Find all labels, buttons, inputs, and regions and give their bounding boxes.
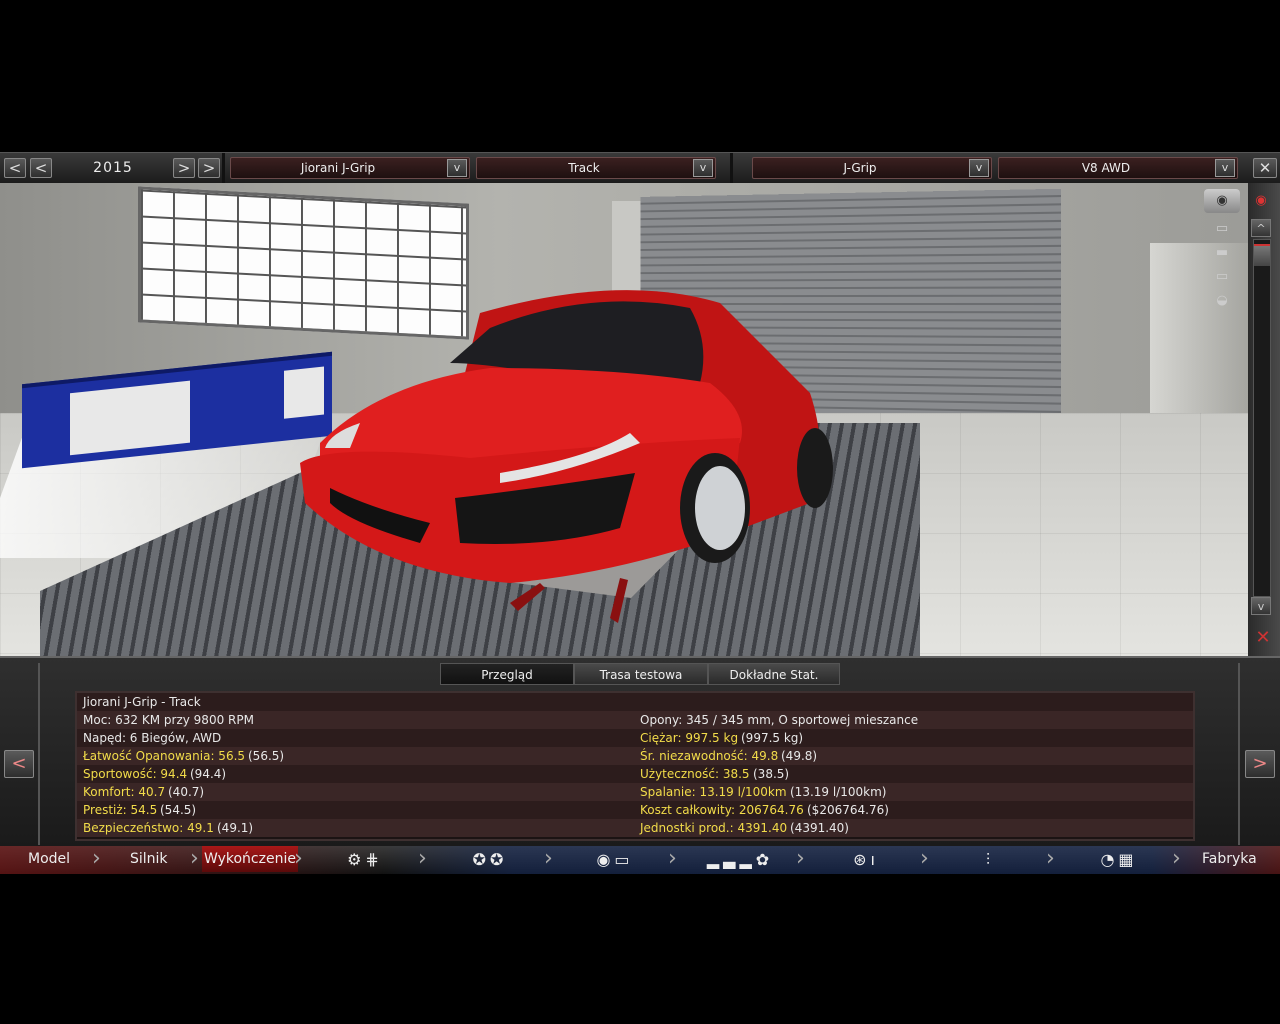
stat-value: (13.19 l/100km) bbox=[790, 785, 887, 799]
testing-icon[interactable]: ◔▦ bbox=[1084, 849, 1154, 871]
car-3d-viewport[interactable] bbox=[0, 183, 1248, 656]
trim-select-label: Track bbox=[568, 161, 600, 175]
divider bbox=[222, 153, 225, 183]
nav-model[interactable]: Model bbox=[28, 846, 70, 872]
year-prev-button[interactable]: < bbox=[30, 158, 52, 178]
stat-value: (49.8) bbox=[781, 749, 818, 763]
year-display: 2015 bbox=[93, 160, 133, 176]
chevron-right-icon: › bbox=[1172, 846, 1181, 871]
chassis-icon[interactable]: ◉▭ bbox=[580, 849, 650, 871]
next-page-button[interactable]: > bbox=[1245, 750, 1275, 778]
stat-label: Śr. niezawodność: 49.8 bbox=[640, 749, 779, 763]
stat-label: Łatwość Opanowania: 56.5 bbox=[83, 749, 246, 763]
car-side-view-icon[interactable]: ▬ bbox=[1204, 245, 1240, 261]
chevron-down-icon[interactable]: v bbox=[1215, 159, 1235, 177]
stat-value: ($206764.76) bbox=[807, 803, 889, 817]
close-button[interactable]: ✕ bbox=[1253, 158, 1277, 178]
scroll-down-button[interactable]: v bbox=[1251, 597, 1271, 615]
chevron-right-icon: › bbox=[92, 846, 101, 871]
engine-select[interactable]: V8 AWD v bbox=[998, 157, 1238, 179]
stat-value: (40.7) bbox=[168, 785, 205, 799]
gearbox-icon[interactable]: ⚙⋕ bbox=[330, 849, 400, 871]
car-top-view-icon[interactable]: ◒ bbox=[1204, 293, 1240, 309]
nav-finish[interactable]: Wykończenie bbox=[202, 846, 298, 872]
year-prev-fast-button[interactable]: < bbox=[4, 158, 26, 178]
view-sidebar: ◉ ◉ ▭ ▬ ▭ ◒ ^ v ✕ bbox=[1204, 183, 1280, 656]
model-select[interactable]: Jiorani J-Grip v bbox=[230, 157, 470, 179]
scrollbar-thumb[interactable] bbox=[1254, 244, 1270, 266]
year-next-fast-button[interactable]: > bbox=[198, 158, 220, 178]
year-next-button[interactable]: > bbox=[173, 158, 195, 178]
stat-value: (56.5) bbox=[248, 749, 285, 763]
stat-label: Prestiż: 54.5 bbox=[83, 803, 158, 817]
stat-value: (94.4) bbox=[190, 767, 227, 781]
stat-label: Sportowość: 94.4 bbox=[83, 767, 188, 781]
stat-label: Moc: 632 KM przy 9800 RPM bbox=[83, 713, 254, 727]
reset-view-icon[interactable]: ✕ bbox=[1250, 627, 1276, 651]
nav-factory[interactable]: Fabryka bbox=[1202, 846, 1257, 872]
stat-label: Użyteczność: 38.5 bbox=[640, 767, 750, 781]
stat-value: (4391.40) bbox=[790, 821, 849, 835]
table-row: Moc: 632 KM przy 9800 RPM Opony: 345 / 34… bbox=[77, 711, 1193, 729]
table-row: Prestiż: 54.5 (54.5) Koszt całkowity: 2067… bbox=[77, 801, 1193, 819]
stat-value: (54.5) bbox=[160, 803, 197, 817]
stat-label: Komfort: 40.7 bbox=[83, 785, 166, 799]
chevron-down-icon[interactable]: v bbox=[969, 159, 989, 177]
camera-icon[interactable]: ◉ bbox=[1204, 189, 1240, 213]
bottom-navigation: Model › Silnik › Wykończenie › ⚙⋕ › ✪✪ ›… bbox=[0, 846, 1280, 874]
chevron-down-icon[interactable]: v bbox=[447, 159, 467, 177]
stat-value: (49.1) bbox=[217, 821, 254, 835]
body-select[interactable]: J-Grip v bbox=[752, 157, 992, 179]
stat-label: Bezpieczeństwo: 49.1 bbox=[83, 821, 214, 835]
stat-value: (997.5 kg) bbox=[741, 731, 804, 745]
body-select-label: J-Grip bbox=[843, 161, 877, 175]
chevron-right-icon: › bbox=[920, 846, 929, 871]
suspension-icon[interactable]: ⫶ bbox=[970, 849, 1010, 871]
zoom-scrollbar[interactable] bbox=[1253, 239, 1271, 597]
stat-label: Napęd: 6 Biegów, AWD bbox=[83, 731, 222, 745]
nav-engine[interactable]: Silnik bbox=[130, 846, 168, 872]
stats-table: Jiorani J-Grip - Track Moc: 632 KM przy … bbox=[75, 691, 1195, 841]
divider bbox=[730, 153, 733, 183]
body-aero-icon[interactable]: ▂▃▂✿ bbox=[690, 849, 790, 871]
scroll-up-button[interactable]: ^ bbox=[1251, 219, 1271, 237]
stat-value: (38.5) bbox=[753, 767, 790, 781]
chevron-right-icon: › bbox=[1046, 846, 1055, 871]
car-rear-view-icon[interactable]: ▭ bbox=[1204, 269, 1240, 285]
chevron-right-icon: › bbox=[418, 846, 427, 871]
engine-select-label: V8 AWD bbox=[1081, 161, 1131, 175]
top-toolbar: < < 2015 > > Jiorani J-Grip v Track v J-… bbox=[0, 152, 1280, 184]
car-title: Jiorani J-Grip - Track bbox=[83, 695, 201, 709]
tab-overview[interactable]: Przegląd bbox=[440, 663, 574, 685]
table-row: Jiorani J-Grip - Track bbox=[77, 693, 1193, 711]
stat-label: Opony: 345 / 345 mm, O sportowej mieszan… bbox=[640, 713, 919, 727]
chevron-right-icon: › bbox=[796, 846, 805, 871]
stat-label: Ciężar: 997.5 kg bbox=[640, 731, 739, 745]
table-row: Sportowość: 94.4 (94.4) Użyteczność: 38.5(… bbox=[77, 765, 1193, 783]
table-row: Napęd: 6 Biegów, AWD Ciężar: 997.5 kg (997… bbox=[77, 729, 1193, 747]
chevron-right-icon: › bbox=[294, 846, 303, 871]
tab-detailed-stats[interactable]: Dokładne Stat. bbox=[708, 663, 840, 685]
chevron-right-icon: › bbox=[544, 846, 553, 871]
model-select-label: Jiorani J-Grip bbox=[300, 161, 376, 175]
car-front-view-icon[interactable]: ▭ bbox=[1204, 221, 1240, 237]
eye-icon[interactable]: ◉ bbox=[1244, 191, 1278, 211]
prev-page-button[interactable]: < bbox=[4, 750, 34, 778]
interior-icon[interactable]: ⊛ı bbox=[836, 849, 896, 871]
chevron-right-icon: › bbox=[668, 846, 677, 871]
trim-select[interactable]: Track v bbox=[476, 157, 716, 179]
stat-label: Koszt całkowity: 206764.76 bbox=[640, 803, 804, 817]
wheels-icon[interactable]: ✪✪ bbox=[460, 849, 520, 871]
tab-test-track[interactable]: Trasa testowa bbox=[574, 663, 708, 685]
info-panel: Przegląd Trasa testowa Dokładne Stat. < … bbox=[0, 656, 1280, 848]
car-model bbox=[300, 290, 833, 623]
table-row: Łatwość Opanowania: 56.5 (56.5) Śr. niezaw… bbox=[77, 747, 1193, 765]
table-row: Bezpieczeństwo: 49.1 (49.1) Jednostki prod… bbox=[77, 819, 1193, 837]
stat-label: Jednostki prod.: 4391.40 bbox=[640, 821, 788, 835]
chevron-down-icon[interactable]: v bbox=[693, 159, 713, 177]
stat-label: Spalanie: 13.19 l/100km bbox=[640, 785, 787, 799]
table-row: Komfort: 40.7 (40.7) Spalanie: 13.19 l/100… bbox=[77, 783, 1193, 801]
